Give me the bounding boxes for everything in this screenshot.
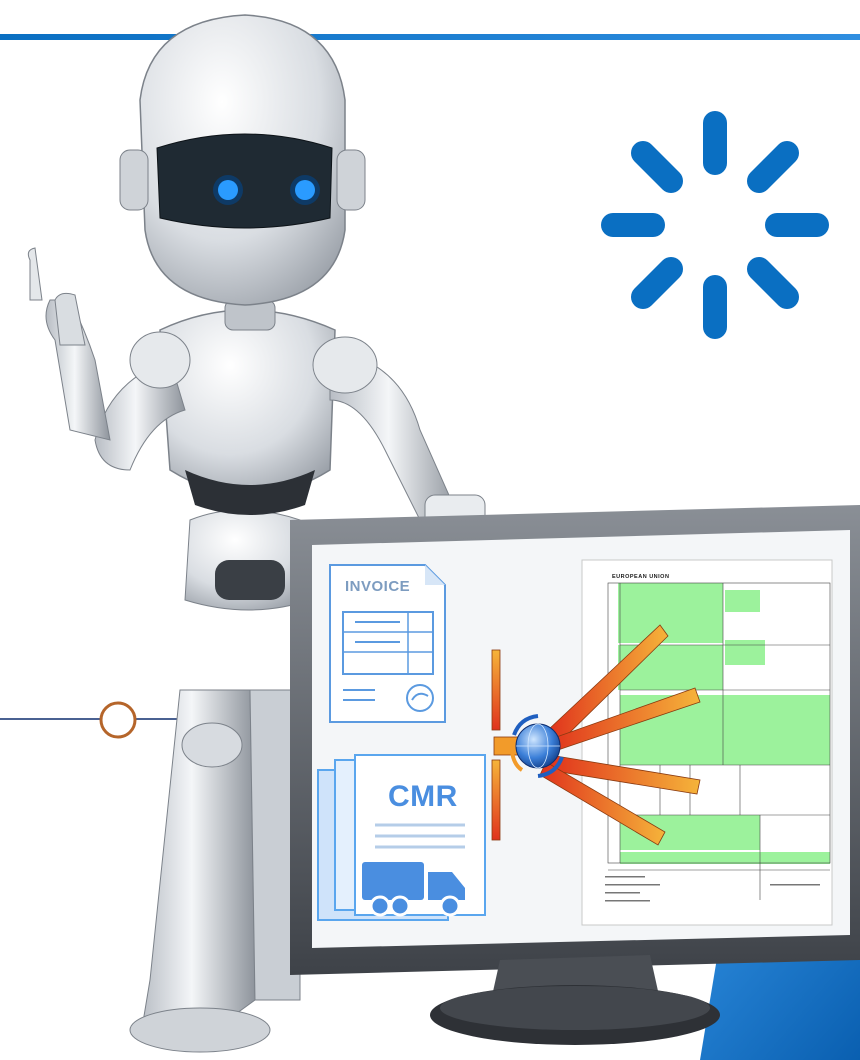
timeline-node-icon bbox=[99, 701, 137, 739]
top-brand-bar bbox=[0, 34, 860, 40]
loading-spinner-icon bbox=[601, 111, 829, 339]
scene bbox=[0, 14, 860, 1060]
customs-form-document bbox=[581, 559, 833, 926]
customs-form-heading: EUROPEAN UNION bbox=[612, 574, 670, 580]
cmr-label: CMR bbox=[388, 780, 458, 813]
invoice-label: INVOICE bbox=[345, 578, 411, 595]
